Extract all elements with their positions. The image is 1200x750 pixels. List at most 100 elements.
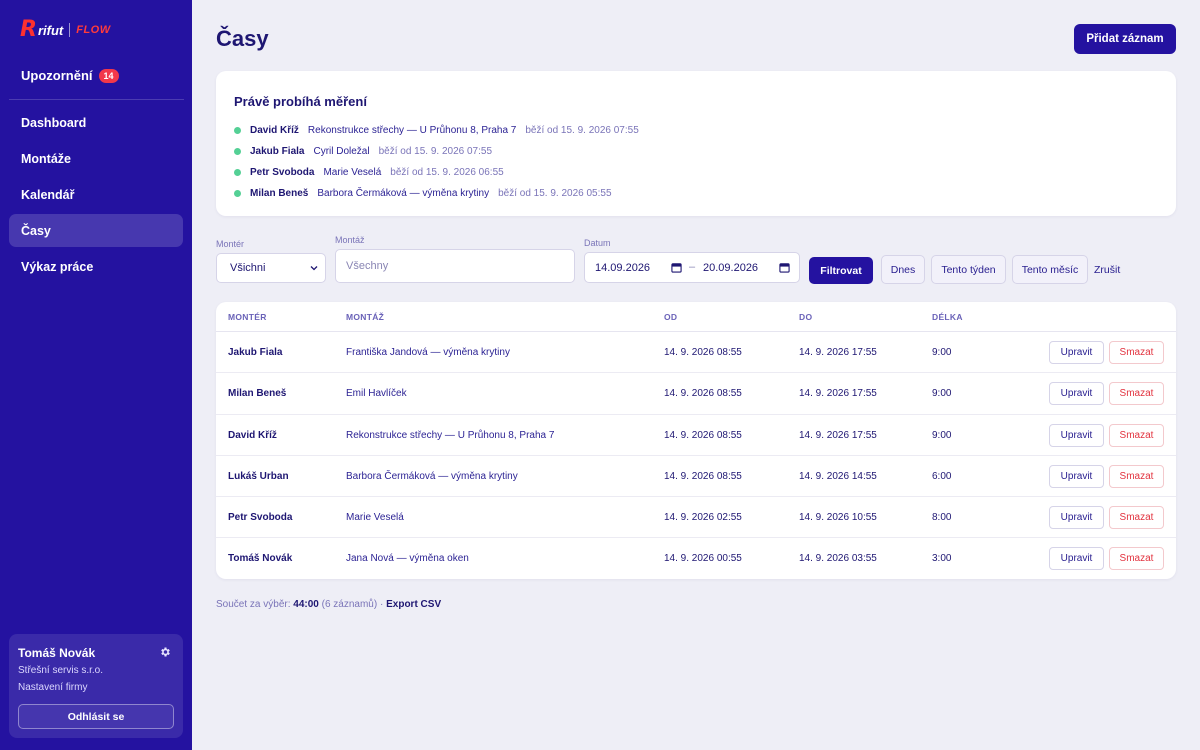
sidebar-item-kalendar[interactable]: Kalendář <box>9 178 183 211</box>
cell-from: 14. 9. 2026 08:55 <box>664 470 742 482</box>
running-worker[interactable]: Petr Svoboda <box>250 167 314 178</box>
edit-button[interactable]: Upravit <box>1049 464 1104 488</box>
user-card: Tomáš Novák Střešní servis s.r.o. Nastav… <box>9 634 183 738</box>
sidebar-item-dashboard[interactable]: Dashboard <box>9 106 183 139</box>
running-job[interactable]: Barbora Čermáková — výměna krytiny <box>317 188 489 199</box>
cell-to: 14. 9. 2026 17:55 <box>799 388 877 400</box>
delete-button[interactable]: Smazat <box>1109 423 1164 447</box>
column-header-job[interactable]: MONTÁŽ <box>346 312 384 322</box>
cell-worker: Lukáš Urban <box>228 470 289 482</box>
company-settings-link[interactable]: Nastavení firmy <box>18 682 174 693</box>
status-dot-icon <box>234 190 241 197</box>
date-to-input[interactable]: 20.09.2026 <box>703 262 758 274</box>
worker-select[interactable]: Všichni <box>216 253 326 283</box>
date-range-separator: – <box>689 261 696 273</box>
status-dot-icon <box>234 127 241 134</box>
delete-button[interactable]: Smazat <box>1109 464 1164 488</box>
running-item: Milan Beneš Barbora Čermáková — výměna k… <box>234 183 639 204</box>
running-worker[interactable]: Jakub Fiala <box>250 146 304 157</box>
cell-from: 14. 9. 2026 08:55 <box>664 347 742 358</box>
table-row: David Kříž Rekonstrukce střechy — U Průh… <box>216 415 1176 456</box>
cell-to: 14. 9. 2026 14:55 <box>799 470 877 482</box>
summary-separator: · <box>379 599 384 610</box>
calendar-icon[interactable] <box>671 262 682 273</box>
this-month-button[interactable]: Tento měsíc <box>1012 255 1088 284</box>
delete-button[interactable]: Smazat <box>1109 382 1164 406</box>
job-filter-label: Montáž <box>335 235 365 245</box>
cell-worker: Petr Svoboda <box>228 512 293 524</box>
column-header-to[interactable]: DO <box>799 312 812 322</box>
cell-job: Jana Nová — výměna oken <box>346 553 469 565</box>
delete-button[interactable]: Smazat <box>1109 547 1164 571</box>
job-search-input[interactable] <box>335 249 575 283</box>
worker-filter-label: Montér <box>216 239 245 249</box>
filter-button[interactable]: Filtrovat <box>809 257 873 284</box>
table-row: Jakub Fiala Františka Jandová — výměna k… <box>216 332 1176 374</box>
cell-from: 14. 9. 2026 00:55 <box>664 553 742 565</box>
gear-icon[interactable] <box>159 646 171 658</box>
running-list: David Kříž Rekonstrukce střechy — U Průh… <box>234 120 639 204</box>
cell-job: Marie Veselá <box>346 512 404 524</box>
cell-to: 14. 9. 2026 10:55 <box>799 512 877 524</box>
edit-button[interactable]: Upravit <box>1049 341 1104 364</box>
edit-button[interactable]: Upravit <box>1049 547 1104 571</box>
running-job[interactable]: Marie Veselá <box>323 167 381 178</box>
column-header-duration[interactable]: DÉLKA <box>932 312 963 322</box>
notifications-label: Upozornění <box>21 68 93 83</box>
cell-duration: 3:00 <box>932 553 952 565</box>
cell-duration: 8:00 <box>932 512 952 524</box>
sidebar: R rifut FLOW Upozornění 14 Dashboard Mon… <box>0 0 192 750</box>
running-worker[interactable]: David Kříž <box>250 125 299 136</box>
running-item: David Kříž Rekonstrukce střechy — U Průh… <box>234 120 639 141</box>
logo-name: rifut <box>37 22 64 38</box>
today-button[interactable]: Dnes <box>881 255 925 284</box>
cell-to: 14. 9. 2026 17:55 <box>799 347 877 358</box>
brand-logo[interactable]: R rifut FLOW <box>20 19 111 41</box>
cell-worker: Milan Beneš <box>228 388 287 400</box>
delete-button[interactable]: Smazat <box>1109 341 1164 364</box>
summary-count: (6 záznamů) <box>321 599 378 610</box>
date-range-field: 14.09.2026 – 20.09.2026 <box>584 252 800 283</box>
running-job[interactable]: Rekonstrukce střechy — U Průhonu 8, Prah… <box>308 125 516 136</box>
cell-job: Emil Havlíček <box>346 388 407 400</box>
running-worker[interactable]: Milan Beneš <box>250 188 308 199</box>
edit-button[interactable]: Upravit <box>1049 382 1104 406</box>
sidebar-item-montaze[interactable]: Montáže <box>9 142 183 175</box>
table-row: Tomáš Novák Jana Nová — výměna oken 14. … <box>216 538 1176 579</box>
running-since: běží od 15. 9. 2026 07:55 <box>525 125 639 136</box>
sidebar-divider <box>9 99 184 100</box>
this-week-button[interactable]: Tento týden <box>931 255 1006 284</box>
cell-worker: Tomáš Novák <box>228 553 293 565</box>
column-header-worker[interactable]: MONTÉR <box>228 312 267 322</box>
export-csv-link[interactable]: Export CSV <box>386 599 441 610</box>
cell-from: 14. 9. 2026 02:55 <box>664 512 742 524</box>
chevron-down-icon <box>310 266 318 271</box>
running-since: běží od 15. 9. 2026 07:55 <box>378 146 493 157</box>
reset-filters-link[interactable]: Zrušit <box>1094 264 1120 276</box>
cell-duration: 9:00 <box>932 429 952 441</box>
time-entries-table: MONTÉR MONTÁŽ OD DO DÉLKA Jakub Fiala Fr… <box>216 302 1176 579</box>
column-header-from[interactable]: OD <box>664 312 677 322</box>
running-since: běží od 15. 9. 2026 05:55 <box>498 188 612 199</box>
cell-to: 14. 9. 2026 03:55 <box>799 553 877 565</box>
logout-button[interactable]: Odhlásit se <box>18 704 174 729</box>
add-record-button[interactable]: Přidat záznam <box>1074 24 1176 54</box>
status-dot-icon <box>234 169 241 176</box>
cell-duration: 9:00 <box>932 388 952 400</box>
calendar-icon[interactable] <box>779 262 790 273</box>
running-item: Petr Svoboda Marie Veselá běží od 15. 9.… <box>234 162 639 183</box>
edit-button[interactable]: Upravit <box>1049 423 1104 447</box>
logo-separator <box>69 23 71 37</box>
delete-button[interactable]: Smazat <box>1109 506 1164 530</box>
table-body: Jakub Fiala Františka Jandová — výměna k… <box>216 332 1176 579</box>
date-from-input[interactable]: 14.09.2026 <box>595 262 650 274</box>
sidebar-item-notifications[interactable]: Upozornění 14 <box>21 68 119 83</box>
edit-button[interactable]: Upravit <box>1049 506 1104 530</box>
sidebar-nav: Dashboard Montáže Kalendář Časy Výkaz pr… <box>9 106 183 286</box>
sidebar-item-vykaz-prace[interactable]: Výkaz práce <box>9 250 183 283</box>
cell-worker: Jakub Fiala <box>228 347 283 358</box>
status-dot-icon <box>234 148 241 155</box>
cell-job: Barbora Čermáková — výměna krytiny <box>346 470 518 482</box>
running-job[interactable]: Cyril Doležal <box>313 146 369 157</box>
sidebar-item-casy[interactable]: Časy <box>9 214 183 247</box>
